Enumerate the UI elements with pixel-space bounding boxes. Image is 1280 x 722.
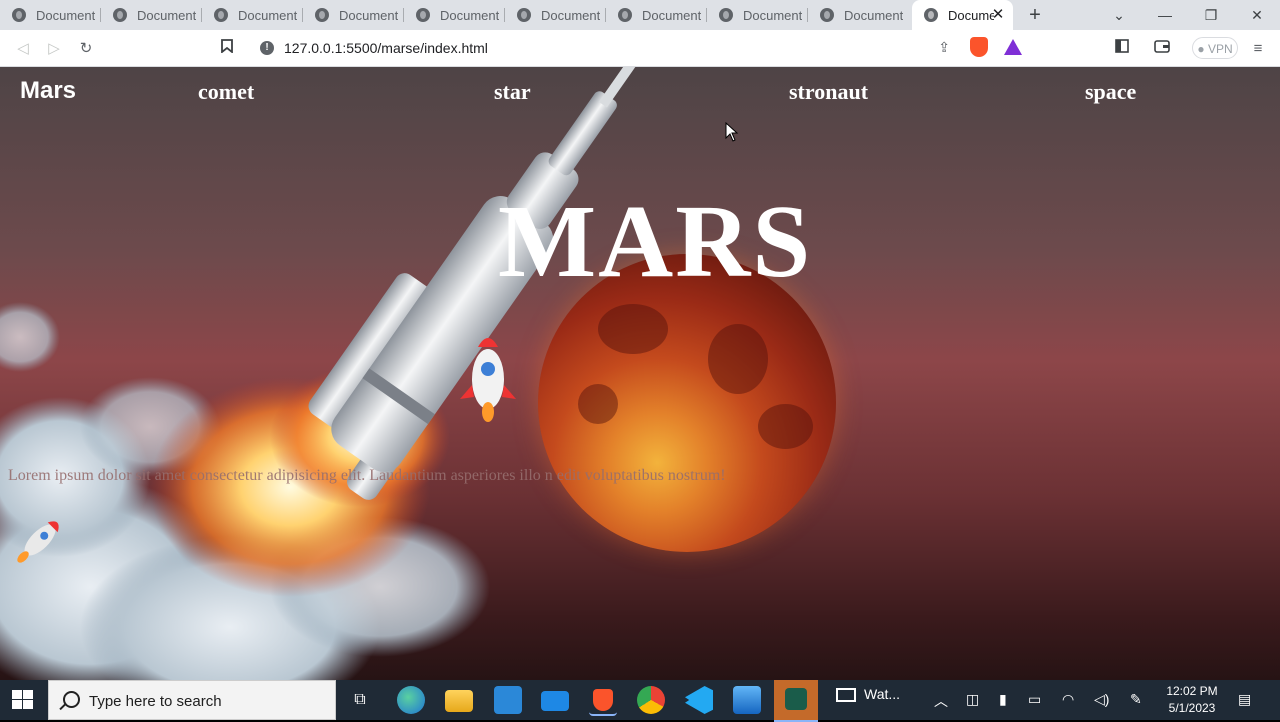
tab-strip: Document Document Document Document Docu… — [0, 0, 1280, 30]
vpn-button[interactable]: ● VPN — [1192, 37, 1238, 59]
globe-icon — [618, 8, 632, 22]
browser-tab[interactable]: Document — [707, 0, 808, 30]
site-navbar: Mars comet star stronaut space — [0, 67, 1280, 122]
browser-tab[interactable]: Document — [101, 0, 202, 30]
globe-icon — [214, 8, 228, 22]
sidebar-icon[interactable] — [1111, 38, 1133, 60]
recorder-icon[interactable] — [774, 680, 818, 722]
forward-icon[interactable]: ▷ — [43, 38, 65, 60]
page-viewport: Mars comet star stronaut space MARS Lore… — [0, 67, 1280, 680]
tab-title: Document — [238, 7, 298, 23]
notifications-icon[interactable]: ▤ — [1238, 691, 1251, 708]
close-tab-icon[interactable]: ✕ — [989, 6, 1007, 24]
browser-tab[interactable]: Document — [404, 0, 505, 30]
bookmark-icon[interactable] — [216, 38, 238, 60]
hero-title: MARS — [498, 184, 813, 299]
tab-title: Document — [541, 7, 601, 23]
meet-icon[interactable]: ◫ — [966, 691, 979, 708]
minimize-button[interactable]: — — [1142, 0, 1188, 30]
browser-tab[interactable]: Document — [0, 0, 101, 30]
system-clock[interactable]: 12:02 PM 5/1/2023 — [1160, 683, 1224, 717]
site-info-icon[interactable]: ! — [260, 41, 274, 55]
clock-date: 5/1/2023 — [1168, 701, 1216, 715]
tab-title: Document — [844, 7, 904, 23]
vscode-icon[interactable] — [685, 686, 713, 714]
usb-icon[interactable]: ▮ — [999, 691, 1007, 708]
tab-title: Document — [948, 7, 994, 23]
tab-title: Document — [743, 7, 803, 23]
brave-shields-icon[interactable] — [970, 37, 988, 57]
browser-tab-active[interactable]: Document ✕ — [912, 0, 1013, 30]
brave-rewards-icon[interactable] — [1004, 39, 1022, 55]
vpn-label: VPN — [1207, 42, 1233, 56]
restore-button[interactable]: ❐ — [1188, 0, 1234, 30]
browser-tab[interactable]: Document — [505, 0, 606, 30]
globe-icon — [113, 8, 127, 22]
file-explorer-icon[interactable] — [445, 690, 473, 712]
mail-icon[interactable] — [541, 691, 569, 711]
globe-icon — [416, 8, 430, 22]
tab-title: Document — [642, 7, 702, 23]
chrome-icon[interactable] — [637, 686, 665, 714]
globe-icon — [924, 8, 938, 22]
tab-title: Document — [137, 7, 197, 23]
browser-tab[interactable]: Document — [303, 0, 404, 30]
mouse-cursor-icon — [725, 122, 739, 142]
battery-icon[interactable]: ▭ — [1028, 691, 1041, 708]
tab-title: Document — [339, 7, 399, 23]
nav-link-star[interactable]: star — [494, 79, 531, 105]
clock-time: 12:02 PM — [1166, 684, 1218, 698]
watch-app-label: Wat... — [864, 686, 901, 702]
share-icon[interactable]: ⇪ — [938, 39, 950, 56]
browser-tab[interactable]: Document — [606, 0, 707, 30]
globe-icon — [315, 8, 329, 22]
tab-title: Document — [36, 7, 96, 23]
photos-icon[interactable] — [733, 686, 761, 714]
address-bar[interactable]: ! 127.0.0.1:5500/marse/index.html ⇪ — [250, 34, 960, 63]
edge-icon[interactable] — [397, 686, 425, 714]
volume-icon[interactable]: ◁) — [1094, 691, 1109, 708]
taskbar-search-box[interactable]: Type here to search — [48, 680, 336, 720]
tab-search-icon[interactable]: ⌄ — [1096, 0, 1142, 30]
globe-icon — [820, 8, 834, 22]
store-icon[interactable] — [494, 686, 522, 714]
windows-taskbar: Type here to search ⧉ Wat... ︿ ◫ ▮ ▭ ◠ ◁… — [0, 680, 1280, 722]
nav-link-stronaut[interactable]: stronaut — [789, 79, 868, 105]
nav-link-comet[interactable]: comet — [198, 79, 254, 105]
wallet-icon[interactable] — [1151, 38, 1173, 60]
new-tab-button[interactable]: + — [1024, 4, 1046, 26]
watch-app-button[interactable]: Wat... — [836, 686, 920, 714]
url-text[interactable]: 127.0.0.1:5500/marse/index.html — [284, 40, 488, 56]
hero-paragraph: Lorem ipsum dolor sit amet consectetur a… — [8, 467, 726, 484]
task-view-icon[interactable]: ⧉ — [346, 686, 374, 714]
browser-tab[interactable]: Document — [808, 0, 909, 30]
globe-icon — [719, 8, 733, 22]
menu-icon[interactable]: ≡ — [1247, 38, 1269, 60]
tab-title: Document — [440, 7, 500, 23]
brave-taskbar-icon[interactable] — [589, 686, 617, 716]
search-icon — [63, 691, 80, 708]
tray-chevron-icon[interactable]: ︿ — [934, 691, 948, 711]
wifi-icon[interactable]: ◠ — [1062, 691, 1074, 708]
browser-tab[interactable]: Document — [202, 0, 303, 30]
reload-icon[interactable]: ↻ — [75, 38, 97, 60]
pen-icon[interactable]: ✎ — [1130, 691, 1142, 708]
windows-start-icon[interactable] — [12, 690, 34, 710]
search-placeholder: Type here to search — [89, 693, 222, 710]
globe-icon — [12, 8, 26, 22]
browser-toolbar: ◁ ▷ ↻ ! 127.0.0.1:5500/marse/index.html … — [0, 30, 1280, 67]
site-logo[interactable]: Mars — [20, 77, 76, 105]
nav-link-space[interactable]: space — [1085, 79, 1136, 105]
globe-icon — [517, 8, 531, 22]
close-window-button[interactable]: ✕ — [1234, 0, 1280, 30]
back-icon[interactable]: ◁ — [12, 38, 34, 60]
